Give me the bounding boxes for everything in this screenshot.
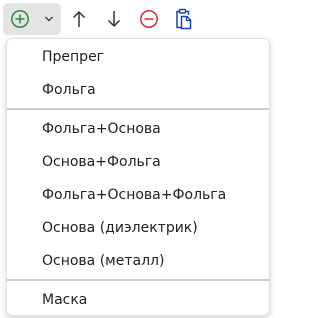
paste-layers-button[interactable] [169, 3, 197, 35]
menu-item-prepreg[interactable]: Препрег [7, 41, 269, 73]
menu-divider [7, 108, 269, 110]
menu-item-mask[interactable]: Маска [7, 284, 269, 316]
menu-item-foil-core-foil[interactable]: Фольга+Основа+Фольга [7, 179, 269, 211]
layer-toolbar [0, 0, 271, 36]
add-layer-dropdown-menu: Препрег Фольга Фольга+Основа Основа+Фоль… [6, 38, 270, 316]
menu-item-foil[interactable]: Фольга [7, 74, 269, 106]
arrow-up-icon [72, 10, 86, 28]
menu-item-core-metal[interactable]: Основа (металл) [7, 245, 269, 277]
minus-circle-icon [139, 9, 159, 29]
menu-divider [7, 279, 269, 281]
arrow-down-icon [107, 10, 121, 28]
move-down-button[interactable] [101, 3, 127, 35]
clipboard-doc-icon [174, 8, 192, 30]
menu-item-core-dielectric[interactable]: Основа (диэлектрик) [7, 212, 269, 244]
chevron-down-icon [44, 15, 54, 23]
remove-layer-button[interactable] [135, 3, 163, 35]
add-layer-split-button[interactable] [3, 3, 61, 35]
menu-item-foil-core[interactable]: Фольга+Основа [7, 113, 269, 145]
move-up-button[interactable] [66, 3, 92, 35]
add-layer-button[interactable] [3, 3, 37, 35]
plus-circle-icon [10, 9, 30, 29]
menu-item-core-foil[interactable]: Основа+Фольга [7, 146, 269, 178]
add-layer-dropdown-toggle[interactable] [37, 3, 61, 35]
